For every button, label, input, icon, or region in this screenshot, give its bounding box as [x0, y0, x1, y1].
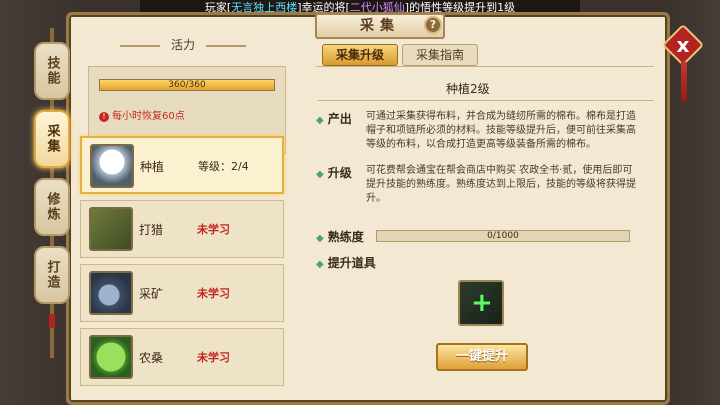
diamond-icon: ◆: [316, 169, 324, 180]
skill-status: 未学习: [197, 223, 230, 236]
hunting-icon: [89, 207, 133, 251]
upgrade-label-text: 升级: [327, 166, 352, 180]
one-click-upgrade-button[interactable]: 一键提升: [436, 343, 528, 371]
vitality-note-text: 每小时恢复60点: [112, 111, 185, 122]
close-tassel: [681, 62, 687, 102]
ore-icon: [89, 271, 133, 315]
upgrade-item-slot[interactable]: +: [458, 280, 504, 326]
skill-row-mining[interactable]: 采矿 未学习: [80, 264, 284, 322]
item-label: ◆ 提升道具: [316, 254, 376, 271]
background-right-wall: [665, 0, 720, 405]
skill-status: 未学习: [197, 351, 230, 364]
vitality-bar-text: 360/360: [168, 80, 206, 90]
skill-level-title: 种植2级: [446, 82, 490, 96]
vitality-bar: 360/360: [99, 79, 275, 91]
skill-row-farming[interactable]: 农桑 未学习: [80, 328, 284, 386]
side-tab-crafting[interactable]: 打造: [34, 246, 70, 304]
side-tab-cultivation[interactable]: 修炼: [34, 178, 70, 236]
proficiency-label: ◆ 熟练度: [316, 228, 364, 245]
upgrade-label: ◆ 升级: [316, 164, 352, 181]
diamond-icon: ◆: [316, 259, 324, 270]
plus-icon: +: [471, 288, 493, 318]
proficiency-bar: 0/1000: [376, 230, 630, 242]
diamond-icon: ◆: [316, 233, 324, 244]
side-tab-gathering[interactable]: 采集: [34, 110, 70, 168]
tab-gathering-guide[interactable]: 采集指南: [402, 44, 478, 66]
section-divider: [318, 100, 654, 101]
skill-row-planting[interactable]: 种植 等级：2/4: [80, 136, 284, 194]
diamond-icon: ◆: [316, 115, 324, 126]
skill-name: 采矿: [139, 287, 164, 301]
skill-status: 未学习: [197, 287, 230, 300]
proficiency-label-text: 熟练度: [327, 230, 364, 244]
skill-name: 种植: [140, 160, 165, 174]
close-icon: x: [676, 33, 690, 57]
leaf-icon: [89, 335, 133, 379]
vitality-note: ! 每小时恢复60点: [99, 107, 185, 122]
right-panel: 采集升级 采集指南 种植2级 ◆ 产出 可通过采集获得布料，并合成为缝纫所需的棉布…: [296, 30, 658, 402]
skill-row-hunting[interactable]: 打猎 未学习: [80, 200, 284, 258]
skill-name: 农桑: [139, 351, 164, 365]
skill-level: 等级：2/4: [198, 160, 249, 173]
proficiency-bar-text: 0/1000: [487, 231, 519, 241]
side-tab-skills[interactable]: 技能: [34, 42, 70, 100]
left-panel: 活力 360/360 ! 每小时恢复60点 种植 等级：2/4 打猎 未学习 采矿…: [80, 30, 286, 400]
side-tab-bar: 技能 采集 修炼 打造: [28, 28, 76, 358]
side-tab-tassel: [49, 314, 55, 328]
tab-gathering-upgrade[interactable]: 采集升级: [322, 44, 398, 66]
output-label: ◆ 产出: [316, 110, 352, 127]
upgrade-description: 可花费帮会通宝在帮会商店中购买 农政全书·贰，使用后即可提升技能的熟练度。熟练度…: [366, 165, 636, 204]
vitality-header: 活力: [80, 36, 286, 56]
skill-name: 打猎: [139, 223, 164, 237]
alert-icon: !: [99, 112, 109, 122]
item-label-text: 提升道具: [327, 256, 376, 270]
output-description: 可通过采集获得布料，并合成为缝纫所需的棉布。棉布是打造帽子和项链所必须的材料。技…: [366, 111, 636, 150]
tab-divider: [316, 66, 654, 67]
output-label-text: 产出: [327, 112, 352, 126]
cotton-icon: [90, 144, 134, 188]
